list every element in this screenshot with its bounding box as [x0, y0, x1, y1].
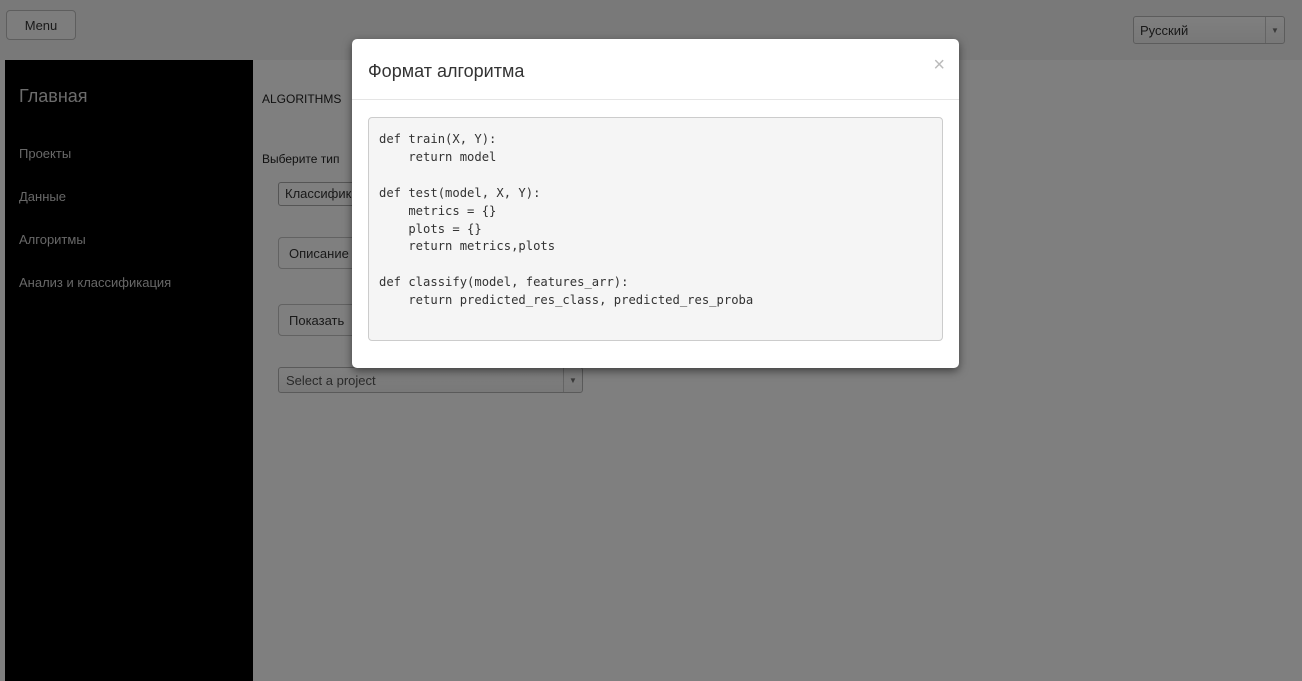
code-block: def train(X, Y): return model def test(m…: [368, 117, 943, 341]
close-icon[interactable]: ×: [933, 55, 945, 75]
modal-title: Формат алгоритма: [368, 61, 525, 81]
app-page: Menu Русский ▼ Главная Проекты Данные Ал…: [0, 0, 1302, 681]
modal-header: Формат алгоритма ×: [352, 39, 959, 100]
algorithm-format-modal: Формат алгоритма × def train(X, Y): retu…: [352, 39, 959, 368]
